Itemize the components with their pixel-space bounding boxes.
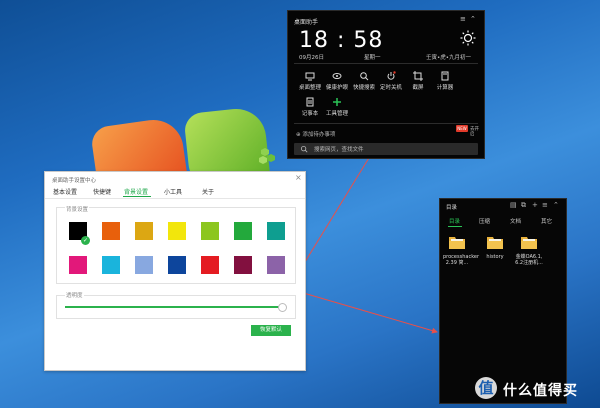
watermark-logo: 值 <box>475 377 497 399</box>
background-section-label: 背景设置 <box>65 205 90 213</box>
monitor-icon <box>305 72 315 81</box>
color-swatch[interactable] <box>267 256 285 274</box>
sun-icon <box>460 30 476 46</box>
tool-label: 桌面整理 <box>298 85 321 91</box>
opacity-slider-thumb[interactable] <box>278 303 287 312</box>
color-swatch[interactable] <box>201 222 219 240</box>
color-swatch[interactable] <box>102 256 120 274</box>
tab-basic-settings[interactable]: 基本设置 <box>53 187 77 196</box>
divider <box>45 198 305 199</box>
clock-time: 18 : 58 <box>299 28 384 53</box>
color-swatch[interactable] <box>135 222 153 240</box>
divider <box>294 123 478 124</box>
search-input[interactable]: 搜索网页，查找文件 <box>314 145 364 153</box>
calculator-icon <box>441 71 449 81</box>
menu-icon[interactable]: ≡ <box>460 15 466 23</box>
panel-tab-directory[interactable]: 目录 <box>449 217 460 225</box>
tool-label: 记事本 <box>301 111 319 117</box>
widget-date: 09月26日 <box>299 55 324 61</box>
notepad-icon <box>306 97 314 107</box>
tool-label: 截屏 <box>412 85 424 91</box>
folder-item[interactable]: history <box>481 233 509 260</box>
tool-label: 计算器 <box>436 85 454 91</box>
tab-gadgets[interactable]: 小工具 <box>164 187 182 196</box>
color-swatch[interactable] <box>168 256 186 274</box>
folder-icon <box>449 237 465 249</box>
copy-icon[interactable]: ⧉ <box>521 201 526 210</box>
panel-tab-other[interactable]: 其它 <box>541 217 552 225</box>
folder-icon <box>487 237 503 249</box>
restore-default-button[interactable]: 恢复默认 <box>251 325 291 336</box>
color-swatch[interactable] <box>135 256 153 274</box>
tab-background-settings[interactable]: 背景设置 <box>124 187 148 196</box>
divider <box>294 63 478 64</box>
add-icon[interactable]: + <box>532 201 538 209</box>
tool-manage[interactable]: 工具管理 <box>320 97 354 123</box>
color-swatch[interactable] <box>102 222 120 240</box>
color-swatch[interactable] <box>267 222 285 240</box>
file-name: history <box>486 254 504 260</box>
list-icon[interactable]: ▤ <box>510 201 517 209</box>
watermark-text: 什么值得买 <box>503 383 578 399</box>
color-swatch[interactable] <box>168 222 186 240</box>
widget-title: 桌面助手 <box>294 19 319 26</box>
tool-label: 工具管理 <box>325 111 348 117</box>
crop-icon <box>413 71 423 81</box>
plus-circle-icon: ⊕ <box>296 132 301 138</box>
plus-icon <box>333 98 341 106</box>
chevron-up-icon[interactable]: ⌃ <box>553 201 559 209</box>
folder-icon <box>521 237 537 249</box>
menu-icon[interactable]: ≡ <box>542 201 548 209</box>
tool-label: 定时关机 <box>379 85 402 91</box>
panel-tab-documents[interactable]: 文档 <box>510 217 521 225</box>
opacity-label: 透明度 <box>65 291 84 299</box>
color-swatch[interactable] <box>234 256 252 274</box>
active-tab-indicator <box>448 226 462 227</box>
tool-calculator[interactable]: 计算器 <box>428 71 462 97</box>
eye-icon <box>332 73 342 79</box>
color-swatch[interactable] <box>69 256 87 274</box>
tool-label: 快捷搜索 <box>352 85 375 91</box>
color-swatch[interactable] <box>234 222 252 240</box>
tab-hotkeys[interactable]: 快捷键 <box>93 187 111 196</box>
power-icon <box>387 71 396 80</box>
color-swatch[interactable] <box>201 256 219 274</box>
tab-about[interactable]: 关于 <box>202 187 214 196</box>
search-bar[interactable]: 搜索网页，查找文件 <box>294 143 478 155</box>
folder-item[interactable]: 金蝶OA6.1, 6.2注册机... <box>515 233 543 266</box>
panel-tab-archive[interactable]: 压缩 <box>479 217 490 225</box>
search-icon <box>360 72 369 81</box>
close-icon[interactable]: × <box>295 173 302 182</box>
settings-dialog: 桌面助手设置中心 × 基本设置 快捷键 背景设置 小工具 关于 背景设置 ✓ 透… <box>44 171 306 371</box>
opacity-slider-track[interactable] <box>65 306 280 308</box>
widget-lunar-date: 壬寅•虎•九月初一 <box>426 55 471 61</box>
file-name: 金蝶OA6.1, 6.2注册机... <box>515 254 543 266</box>
add-todo-button[interactable]: ⊕ 添加待办事项 <box>296 130 335 138</box>
panel-title: 目录 <box>446 205 458 211</box>
open-link[interactable]: 去开启 <box>470 127 482 137</box>
dialog-title: 桌面助手设置中心 <box>52 178 97 184</box>
add-todo-label: 添加待办事项 <box>302 132 336 138</box>
folder-panel: 目录 ▤ ⧉ + ≡ ⌃ 目录 压缩 文档 其它 processhacker 2… <box>439 198 567 404</box>
file-name: processhacker 2.39 简... <box>443 254 480 266</box>
active-tab-indicator <box>123 196 151 197</box>
chevron-up-icon[interactable]: ⌃ <box>470 15 476 23</box>
new-badge: NEW <box>456 125 468 132</box>
check-icon: ✓ <box>81 236 90 245</box>
tool-label: 健康护眼 <box>325 85 348 91</box>
folder-item[interactable]: processhacker 2.39 简... <box>443 233 479 266</box>
desktop-assistant-widget: 桌面助手 ≡ ⌃ 18 : 58 09月26日 星期一 壬寅•虎•九月初一 桌面… <box>287 10 485 159</box>
search-icon <box>300 145 308 153</box>
widget-weekday: 星期一 <box>364 55 381 61</box>
